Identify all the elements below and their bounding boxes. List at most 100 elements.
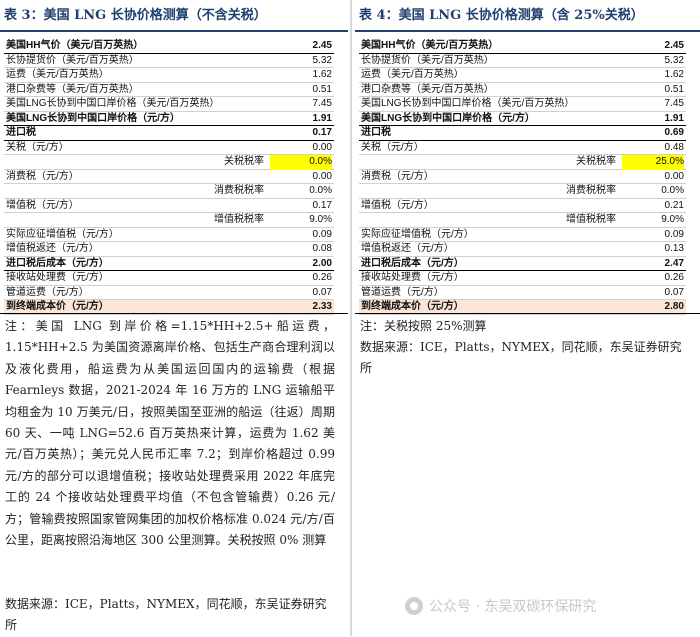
table-row: 管道运费（元/方） 0.07 — [359, 286, 686, 300]
title-rule — [355, 30, 700, 32]
table-row: 增值税税率 9.0% — [359, 213, 686, 228]
table-bottom-rule — [355, 313, 700, 314]
row-label: 港口杂费等（美元/百万英热） — [361, 83, 494, 95]
row-value: 0.51 — [312, 83, 332, 95]
table-note: 注：关税按照 25%测算 — [360, 319, 487, 333]
row-value: 5.32 — [664, 54, 684, 66]
row-value: 0.26 — [664, 272, 684, 283]
row-label: 接收站处理费（元/方） — [361, 272, 464, 283]
row-value: 9.0% — [309, 214, 332, 225]
row-label: 消费税（元/方） — [6, 170, 79, 182]
row-label: 关税税率 — [576, 156, 616, 167]
table-3-panel: 表 3：美国 LNG 长协价格测算（不含关税） 美国HH气价（美元/百万英热） 2… — [0, 0, 348, 636]
table-row: 增值税返还（元/方） 0.08 — [4, 242, 334, 257]
row-value: 0.00 — [312, 141, 332, 153]
row-value: 2.45 — [664, 40, 684, 51]
table-row: 消费税（元/方） 0.00 — [4, 170, 334, 184]
row-value: 0.07 — [664, 286, 684, 298]
table-row: 港口杂费等（美元/百万英热） 0.51 — [359, 83, 686, 97]
row-label: 消费税税率 — [566, 185, 616, 196]
table-row: 增值税（元/方） 0.21 — [359, 199, 686, 213]
row-label: 关税（元/方） — [361, 141, 424, 153]
row-label: 进口税后成本（元/方） — [6, 257, 109, 269]
table-title: 表 4：美国 LNG 长协价格测算（含 25%关税） — [359, 8, 644, 23]
table-row: 消费税税率 0.0% — [359, 184, 686, 199]
table-row: 关税税率 25.0% — [359, 155, 686, 170]
watermark-text: 公众号 · 东吴双碳环保研究 — [429, 599, 597, 615]
row-value: 1.62 — [664, 69, 684, 80]
table-row: 消费税税率 0.0% — [4, 184, 334, 199]
title-rule — [0, 30, 348, 32]
row-label: 增值税税率 — [214, 214, 264, 225]
row-label: 美国LNG长协到中国口岸价格（美元/百万英热） — [361, 98, 575, 109]
table-row: 关税税率 0.0% — [4, 155, 334, 170]
row-value: 0.09 — [312, 228, 332, 240]
row-label: 增值税税率 — [566, 214, 616, 225]
data-source: 数据来源：ICE，Platts，NYMEX，同花顺，东吴证券研究所 — [5, 597, 327, 633]
row-label: 长协提货价（美元/百万英热） — [6, 54, 139, 66]
table-row: 美国LNG长协到中国口岸价格（美元/百万英热） 7.45 — [359, 97, 686, 112]
table-row: 进口税 0.69 — [359, 126, 686, 141]
table-row: 港口杂费等（美元/百万英热） 0.51 — [4, 83, 334, 97]
row-label: 进口税 — [361, 127, 391, 138]
row-label: 增值税（元/方） — [6, 199, 79, 211]
cost-table: 美国HH气价（美元/百万英热） 2.45 长协提货价（美元/百万英热） 5.32 运费（… — [4, 39, 334, 315]
row-value: 0.48 — [664, 141, 684, 153]
table-row: 进口税后成本（元/方） 2.00 — [4, 257, 334, 271]
row-value: 0.51 — [664, 83, 684, 95]
row-value: 0.69 — [664, 127, 684, 138]
table-row: 接收站处理费（元/方） 0.26 — [4, 271, 334, 286]
row-label: 增值税返还（元/方） — [6, 243, 99, 254]
data-source: 数据来源：ICE，Platts，NYMEX，同花顺，东吴证券研究所 — [360, 340, 682, 376]
row-label: 美国LNG长协到中国口岸价格（元/方） — [6, 112, 180, 124]
table-row: 运费（美元/百万英热） 1.62 — [4, 68, 334, 83]
row-label: 实际应征增值税（元/方） — [361, 228, 474, 240]
row-value: 7.45 — [664, 98, 684, 109]
table-4-panel: 表 4：美国 LNG 长协价格测算（含 25%关税） 美国HH气价（美元/百万英… — [355, 0, 700, 636]
row-label: 关税（元/方） — [6, 141, 69, 153]
row-label: 长协提货价（美元/百万英热） — [361, 54, 494, 66]
table-row: 运费（美元/百万英热） 1.62 — [359, 68, 686, 83]
row-value: 1.91 — [312, 112, 332, 124]
row-value: 0.07 — [312, 286, 332, 298]
table-row: 增值税（元/方） 0.17 — [4, 199, 334, 213]
row-value: 0.08 — [312, 243, 332, 254]
table-row: 关税（元/方） 0.48 — [359, 141, 686, 155]
wechat-icon — [405, 597, 423, 615]
row-label: 美国HH气价（美元/百万英热） — [361, 40, 499, 51]
table-row: 长协提货价（美元/百万英热） 5.32 — [359, 54, 686, 68]
row-label: 美国LNG长协到中国口岸价格（美元/百万英热） — [6, 98, 220, 109]
row-label: 接收站处理费（元/方） — [6, 272, 109, 283]
row-label: 美国LNG长协到中国口岸价格（元/方） — [361, 112, 535, 124]
watermark: 公众号 · 东吴双碳环保研究 — [405, 596, 596, 618]
cost-table: 美国HH气价（美元/百万英热） 2.45 长协提货价（美元/百万英热） 5.32 运费（… — [359, 39, 686, 315]
row-value: 0.17 — [312, 127, 332, 138]
row-value: 2.45 — [312, 40, 332, 51]
row-value: 0.26 — [312, 272, 332, 283]
row-value: 25.0% — [622, 155, 684, 170]
table-row: 美国HH气价（美元/百万英热） 2.45 — [4, 39, 334, 54]
row-value: 0.13 — [664, 243, 684, 254]
row-value: 2.00 — [312, 257, 332, 269]
table-row: 美国HH气价（美元/百万英热） 2.45 — [359, 39, 686, 54]
row-value: 2.47 — [664, 257, 684, 269]
row-label: 进口税后成本（元/方） — [361, 257, 464, 269]
row-value: 1.62 — [312, 69, 332, 80]
row-value: 0.00 — [312, 170, 332, 182]
table-title: 表 3：美国 LNG 长协价格测算（不含关税） — [4, 8, 267, 23]
row-value: 0.00 — [664, 170, 684, 182]
table-bottom-rule — [0, 313, 348, 314]
table-row: 增值税返还（元/方） 0.13 — [359, 242, 686, 257]
row-label: 运费（美元/百万英热） — [361, 69, 464, 80]
row-label: 实际应征增值税（元/方） — [6, 228, 119, 240]
row-value: 0.21 — [664, 199, 684, 211]
table-row: 美国LNG长协到中国口岸价格（美元/百万英热） 7.45 — [4, 97, 334, 112]
table-row: 实际应征增值税（元/方） 0.09 — [4, 228, 334, 242]
row-label: 运费（美元/百万英热） — [6, 69, 109, 80]
row-value: 0.0% — [661, 185, 684, 196]
row-value: 7.45 — [312, 98, 332, 109]
table-row: 关税（元/方） 0.00 — [4, 141, 334, 155]
row-value: 9.0% — [661, 214, 684, 225]
table-row: 实际应征增值税（元/方） 0.09 — [359, 228, 686, 242]
row-value: 1.91 — [664, 112, 684, 124]
